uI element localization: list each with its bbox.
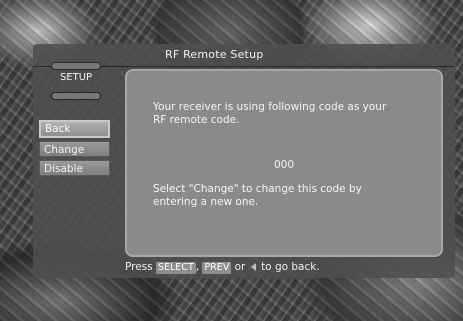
left-arrow-icon [250,263,256,271]
instruction-message: Select "Change" to change this code by e… [153,183,362,208]
setup-tab: SETUP [50,62,102,100]
footer-separator: , [195,261,200,273]
setup-screen: RF Remote Setup SETUP Back Change Disabl… [33,44,455,278]
info-message: Your receiver is using following code as… [153,101,387,126]
content-panel: Your receiver is using following code as… [125,69,443,257]
back-button[interactable]: Back [39,120,110,138]
disable-button[interactable]: Disable [39,160,110,176]
footer-prefix: Press [125,261,153,273]
side-menu: Back Change Disable [39,120,111,179]
tab-top-bar [51,62,101,70]
select-key-label: SELECT [155,262,196,274]
footer-or: or [234,261,246,273]
page-title: RF Remote Setup [165,48,264,61]
footer-hint: Press SELECT, PREV or to go back. [125,261,320,274]
tab-bottom-bar [51,92,101,100]
remote-code: 000 [273,159,295,171]
prev-key-label: PREV [202,262,232,274]
footer-suffix: to go back. [261,261,320,273]
change-button[interactable]: Change [39,141,110,157]
setup-label: SETUP [59,72,93,83]
